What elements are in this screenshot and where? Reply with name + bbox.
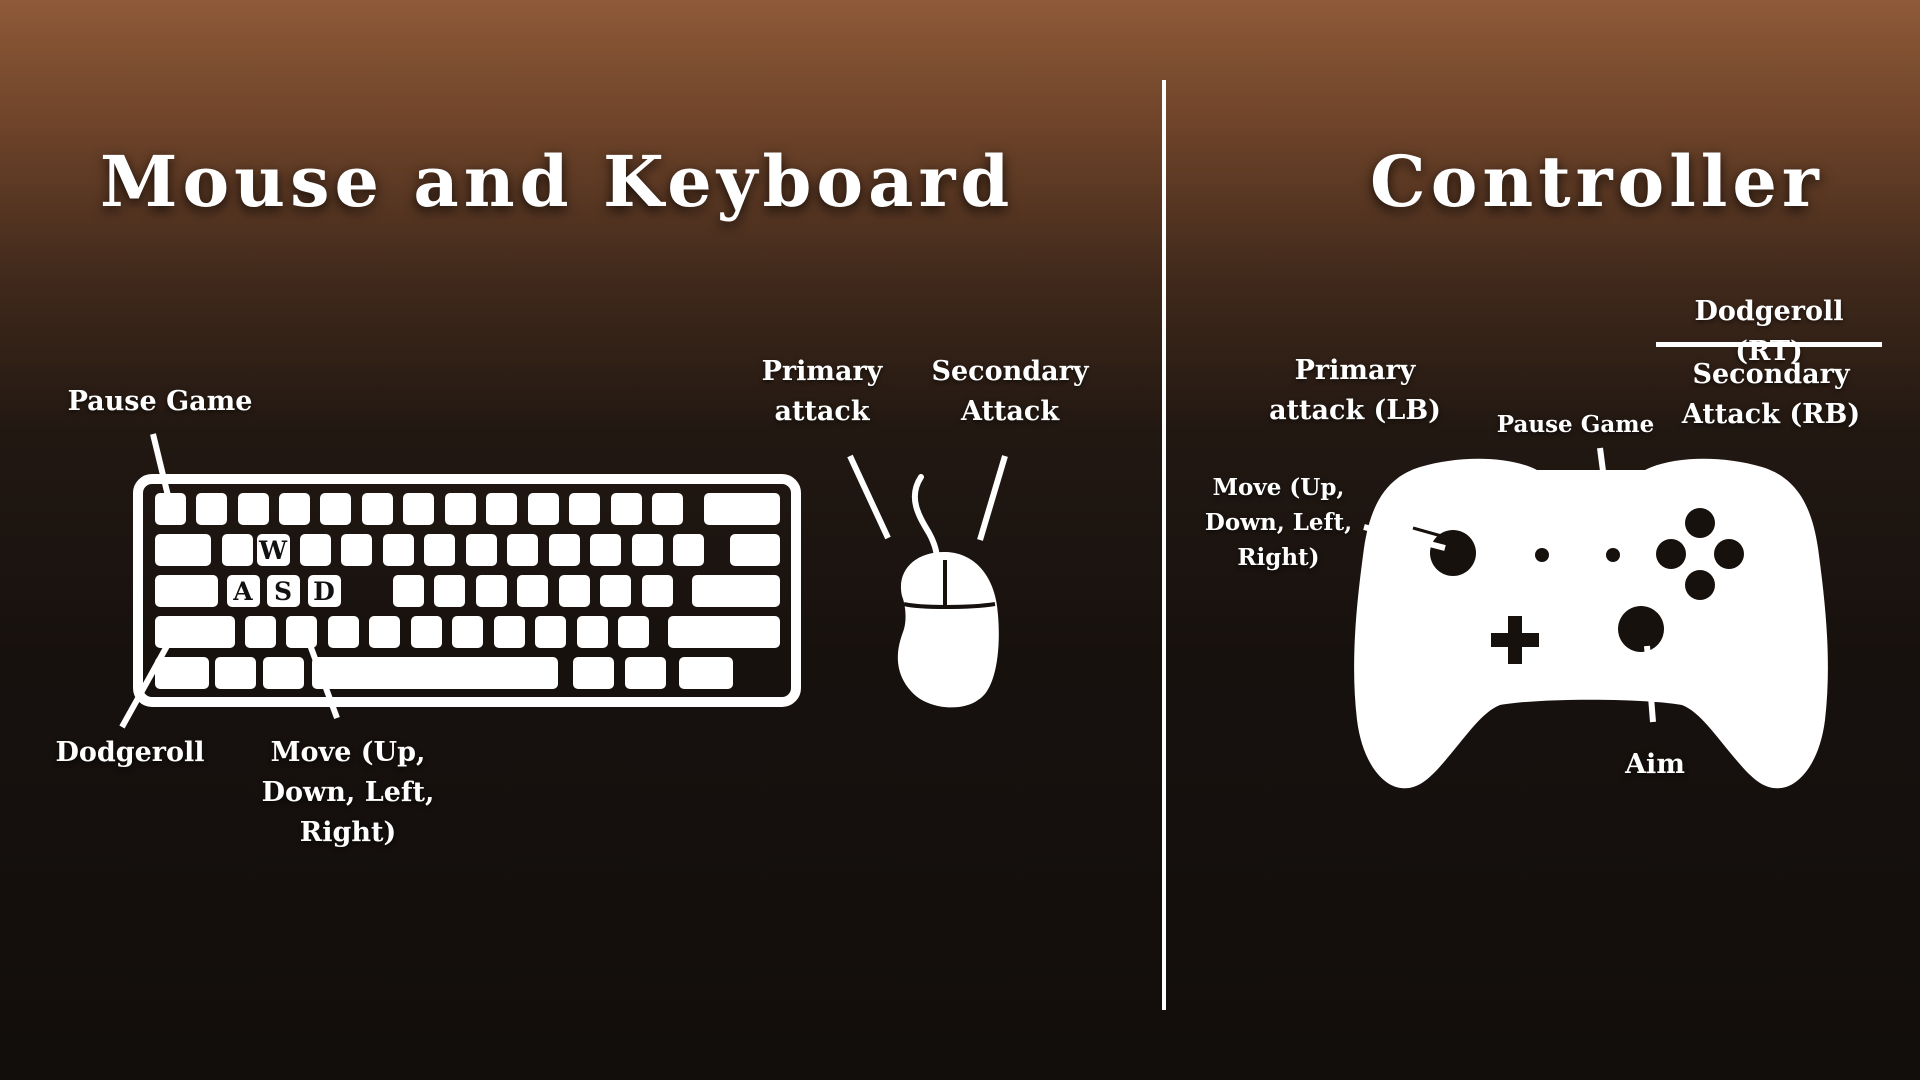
ctrl-secondary-label: Secondary Attack (RB)	[1681, 359, 1861, 430]
key-w-label: W	[258, 536, 288, 565]
key-d-label: D	[313, 577, 335, 606]
ctrl-move-label: Move (Up, Down, Left, Right)	[1204, 474, 1353, 571]
key-a-label: A	[232, 577, 253, 606]
keyboard-icon: W A S D	[119, 433, 1008, 729]
primary-callout-line	[847, 454, 891, 540]
kbm-secondary-label: Secondary Attack	[931, 356, 1089, 427]
key-s-label: S	[274, 577, 292, 606]
key-a: A	[227, 575, 260, 607]
kbm-pause-label: Pause Game	[67, 386, 253, 417]
kbm-move-label: Move (Up, Down, Left, Right)	[261, 737, 435, 848]
kbm-dodge-label: Dodgeroll	[55, 737, 205, 768]
ctrl-aim-label: Aim	[1625, 749, 1685, 780]
key-w: W	[257, 534, 290, 566]
secondary-callout-line	[977, 455, 1008, 541]
kbm-primary-label: Primary attack	[761, 356, 883, 427]
ctrl-dodge-underline	[1656, 342, 1882, 347]
ctrl-pause-label: Pause Game	[1496, 411, 1655, 438]
key-s: S	[267, 575, 300, 607]
key-d: D	[308, 575, 341, 607]
ctrl-primary-label: Primary attack (LB)	[1269, 355, 1441, 426]
